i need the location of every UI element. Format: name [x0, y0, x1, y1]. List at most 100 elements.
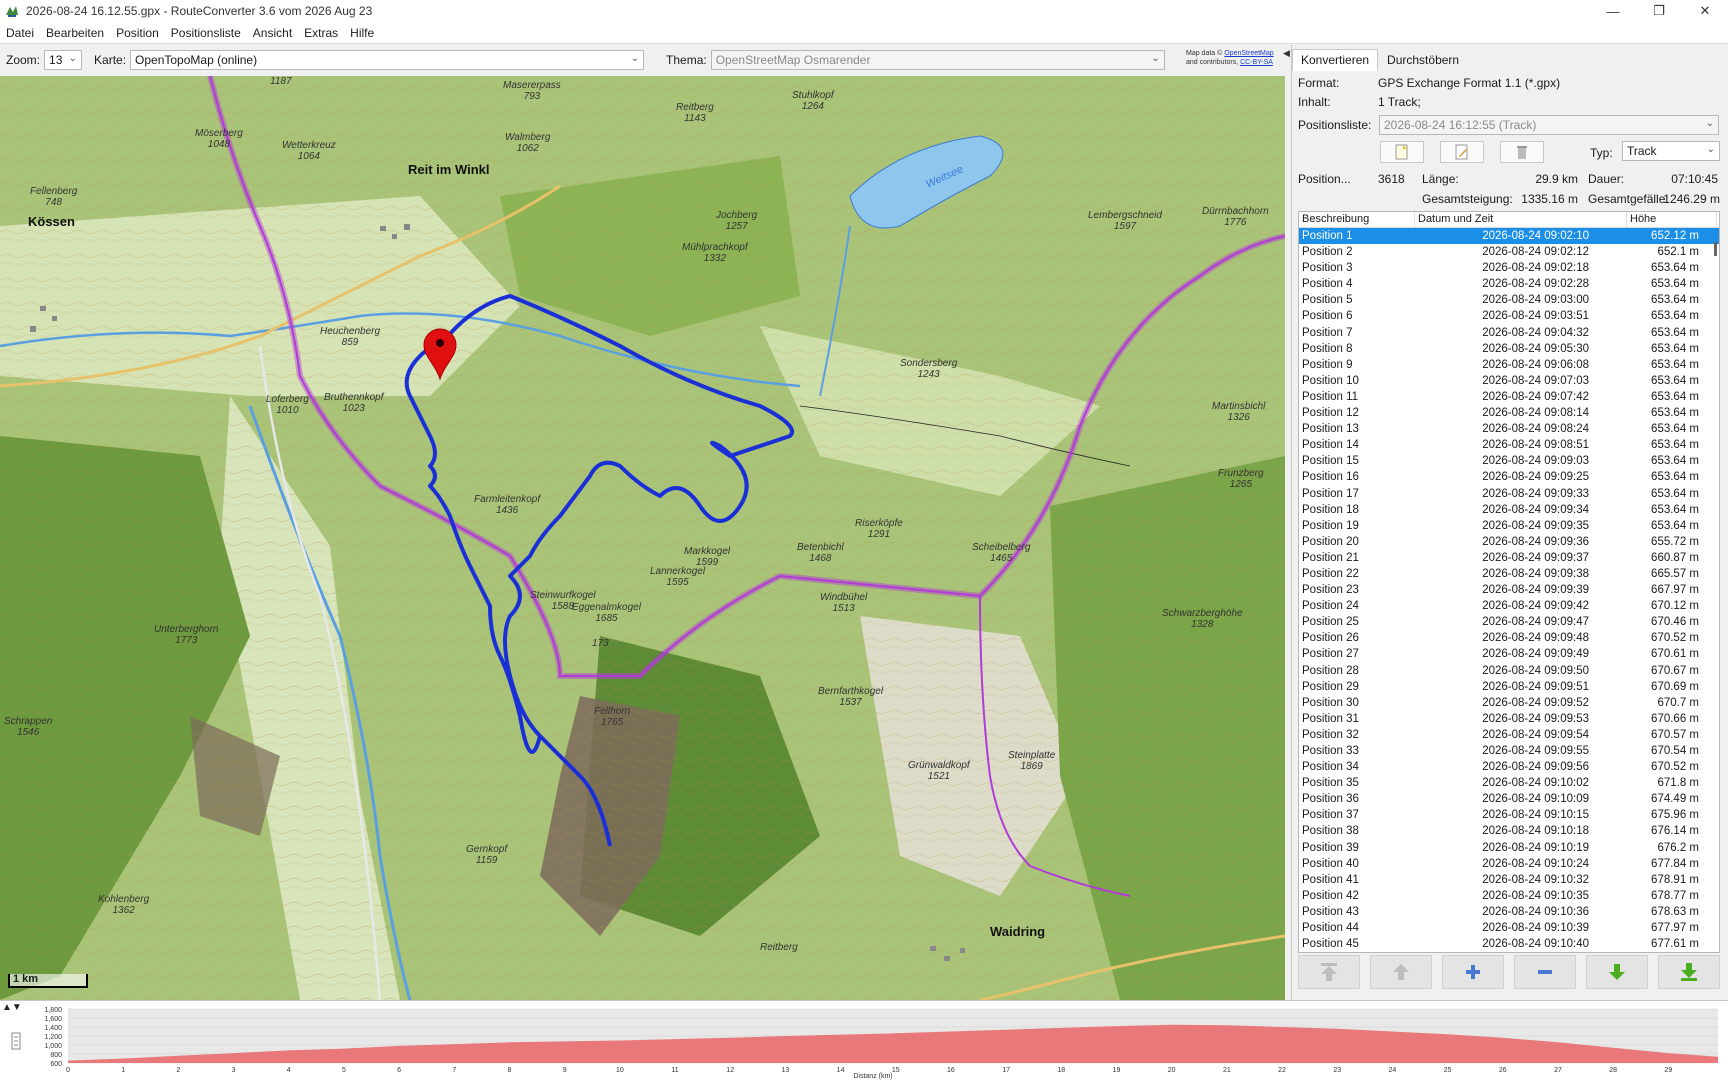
table-row[interactable]: Position 28 2026-08-24 09:09:50 670.67 m [1299, 663, 1719, 679]
table-row[interactable]: Position 10 2026-08-24 09:07:03 653.64 m [1299, 373, 1719, 389]
table-row[interactable]: Position 25 2026-08-24 09:09:47 670.46 m [1299, 614, 1719, 630]
table-row[interactable]: Position 45 2026-08-24 09:10:40 677.61 m [1299, 936, 1719, 952]
cell-datetime: 2026-08-24 09:07:03 [1482, 374, 1589, 387]
tab-konvertieren[interactable]: Konvertieren [1292, 49, 1379, 71]
position-count-label[interactable]: Position... [1298, 172, 1351, 186]
move-to-top-button[interactable] [1298, 955, 1360, 989]
menu-position[interactable]: Position [110, 26, 165, 40]
column-header-datetime[interactable]: Datum und Zeit [1415, 212, 1627, 227]
table-row[interactable]: Position 29 2026-08-24 09:09:51 670.69 m [1299, 679, 1719, 695]
column-header-description[interactable]: Beschreibung [1299, 212, 1415, 227]
table-row[interactable]: Position 3 2026-08-24 09:02:18 653.64 m [1299, 260, 1719, 276]
map-label-reitberg-south: Reitberg [760, 942, 798, 953]
table-row[interactable]: Position 27 2026-08-24 09:09:49 670.61 m [1299, 646, 1719, 662]
add-position-button[interactable] [1442, 955, 1504, 989]
move-down-button[interactable] [1586, 955, 1648, 989]
menu-hilfe[interactable]: Hilfe [344, 26, 380, 40]
table-row[interactable]: Position 13 2026-08-24 09:08:24 653.64 m [1299, 421, 1719, 437]
table-row[interactable]: Position 38 2026-08-24 09:10:18 676.14 m [1299, 823, 1719, 839]
table-row[interactable]: Position 12 2026-08-24 09:08:14 653.64 m [1299, 405, 1719, 421]
table-row[interactable]: Position 2 2026-08-24 09:02:12 652.1 m [1299, 244, 1719, 260]
table-row[interactable]: Position 42 2026-08-24 09:10:35 678.77 m [1299, 888, 1719, 904]
minimize-button[interactable]: — [1590, 0, 1636, 22]
remove-position-button[interactable] [1514, 955, 1576, 989]
map-type-select[interactable]: OpenTopoMap (online) ⌄ [130, 50, 645, 70]
zoom-select[interactable]: 13 ⌄ [44, 50, 83, 70]
table-row[interactable]: Position 7 2026-08-24 09:04:32 653.64 m [1299, 325, 1719, 341]
cell-elevation: 670.66 m [1651, 712, 1699, 725]
collapse-arrow-icon[interactable]: ◀ [1283, 48, 1290, 59]
menu-datei[interactable]: Datei [0, 26, 40, 40]
cell-elevation: 653.64 m [1651, 519, 1699, 532]
table-row[interactable]: Position 36 2026-08-24 09:10:09 674.49 m [1299, 791, 1719, 807]
openstreetmap-link[interactable]: OpenStreetMap [1224, 50, 1273, 57]
table-row[interactable]: Position 22 2026-08-24 09:09:38 665.57 m [1299, 566, 1719, 582]
table-row[interactable]: Position 18 2026-08-24 09:09:34 653.64 m [1299, 502, 1719, 518]
maximize-button[interactable]: ❐ [1636, 0, 1682, 22]
table-row[interactable]: Position 31 2026-08-24 09:09:53 670.66 m [1299, 711, 1719, 727]
menu-extras[interactable]: Extras [298, 26, 344, 40]
move-to-bottom-button[interactable] [1658, 955, 1720, 989]
format-value: GPS Exchange Format 1.1 (*.gpx) [1378, 76, 1561, 90]
table-row[interactable]: Position 37 2026-08-24 09:10:15 675.96 m [1299, 807, 1719, 823]
table-row[interactable]: Position 1 2026-08-24 09:02:10 652.12 m [1299, 228, 1719, 245]
cell-description: Position 16 [1302, 471, 1359, 484]
cell-datetime: 2026-08-24 09:04:32 [1482, 326, 1589, 339]
chevron-down-icon: ⌄ [1706, 144, 1715, 155]
length-value: 29.9 km [1535, 172, 1578, 186]
table-row[interactable]: Position 34 2026-08-24 09:09:56 670.52 m [1299, 759, 1719, 775]
table-row[interactable]: Position 14 2026-08-24 09:08:51 653.64 m [1299, 437, 1719, 453]
table-row[interactable]: Position 26 2026-08-24 09:09:48 670.52 m [1299, 630, 1719, 646]
map-label-1187: 1187 [270, 76, 292, 87]
table-row[interactable]: Position 24 2026-08-24 09:09:42 670.12 m [1299, 598, 1719, 614]
table-row[interactable]: Position 44 2026-08-24 09:10:39 677.97 m [1299, 920, 1719, 936]
table-row[interactable]: Position 33 2026-08-24 09:09:55 670.54 m [1299, 743, 1719, 759]
table-row[interactable]: Position 20 2026-08-24 09:09:36 655.72 m [1299, 534, 1719, 550]
duration-label: Dauer: [1588, 172, 1625, 186]
table-row[interactable]: Position 15 2026-08-24 09:09:03 653.64 m [1299, 453, 1719, 469]
poslist-value: 2026-08-24 16:12:55 (Track) [1384, 118, 1537, 132]
table-row[interactable]: Position 16 2026-08-24 09:09:25 653.64 m [1299, 469, 1719, 485]
x-tick-label: 14 [837, 1067, 845, 1074]
table-row[interactable]: Position 39 2026-08-24 09:10:19 676.2 m [1299, 840, 1719, 856]
x-tick-label: 13 [781, 1067, 789, 1074]
table-row[interactable]: Position 21 2026-08-24 09:09:37 660.87 m [1299, 550, 1719, 566]
table-row[interactable]: Position 41 2026-08-24 09:10:32 678.91 m [1299, 872, 1719, 888]
table-row[interactable]: Position 17 2026-08-24 09:09:33 653.64 m [1299, 486, 1719, 502]
table-row[interactable]: Position 4 2026-08-24 09:02:28 653.64 m [1299, 276, 1719, 292]
table-row[interactable]: Position 11 2026-08-24 09:07:42 653.64 m [1299, 389, 1719, 405]
column-header-elevation[interactable]: Höhe [1627, 212, 1717, 227]
table-row[interactable]: Position 30 2026-08-24 09:09:52 670.7 m [1299, 695, 1719, 711]
table-row[interactable]: Position 5 2026-08-24 09:03:00 653.64 m [1299, 292, 1719, 308]
menu-bearbeiten[interactable]: Bearbeiten [40, 26, 110, 40]
map-canvas[interactable]: Masererpass 793 1187 Reitberg 1143 Stuhlko… [0, 76, 1285, 1000]
menu-ansicht[interactable]: Ansicht [247, 26, 298, 40]
table-row[interactable]: Position 32 2026-08-24 09:09:54 670.57 m [1299, 727, 1719, 743]
table-row[interactable]: Position 19 2026-08-24 09:09:35 653.64 m [1299, 518, 1719, 534]
poslist-select[interactable]: 2026-08-24 16:12:55 (Track) ⌄ [1379, 115, 1719, 135]
table-scrollbar[interactable] [1714, 242, 1717, 256]
type-select[interactable]: Track ⌄ [1622, 141, 1720, 161]
table-row[interactable]: Position 43 2026-08-24 09:10:36 678.63 m [1299, 904, 1719, 920]
x-tick-label: 17 [1002, 1067, 1010, 1074]
table-row[interactable]: Position 6 2026-08-24 09:03:51 653.64 m [1299, 308, 1719, 324]
menu-positionsliste[interactable]: Positionsliste [165, 26, 247, 40]
tab-durchstobern[interactable]: Durchstöbern [1378, 49, 1468, 71]
move-up-button[interactable] [1370, 955, 1432, 989]
table-row[interactable]: Position 9 2026-08-24 09:06:08 653.64 m [1299, 357, 1719, 373]
table-row[interactable]: Position 23 2026-08-24 09:09:39 667.97 m [1299, 582, 1719, 598]
side-tabs: Konvertieren Durchstöbern [1292, 49, 1468, 71]
cell-elevation: 653.64 m [1651, 487, 1699, 500]
cc-by-sa-link[interactable]: CC-BY-SA [1240, 59, 1273, 66]
table-row[interactable]: Position 8 2026-08-24 09:05:30 653.64 m [1299, 341, 1719, 357]
cell-description: Position 38 [1302, 825, 1359, 838]
close-button[interactable]: ✕ [1682, 0, 1728, 22]
elevation-chart[interactable]: 1,8001,6001,4001,2001,0008006000 1 2 3 4 5 6 7 8… [0, 1001, 1728, 1080]
table-row[interactable]: Position 35 2026-08-24 09:10:02 671.8 m [1299, 775, 1719, 791]
delete-list-button[interactable] [1500, 141, 1544, 163]
rename-list-button[interactable] [1440, 141, 1484, 163]
cell-description: Position 19 [1302, 519, 1359, 532]
theme-select[interactable]: OpenStreetMap Osmarender ⌄ [710, 50, 1165, 70]
new-list-button[interactable] [1380, 141, 1424, 163]
table-row[interactable]: Position 40 2026-08-24 09:10:24 677.84 m [1299, 856, 1719, 872]
